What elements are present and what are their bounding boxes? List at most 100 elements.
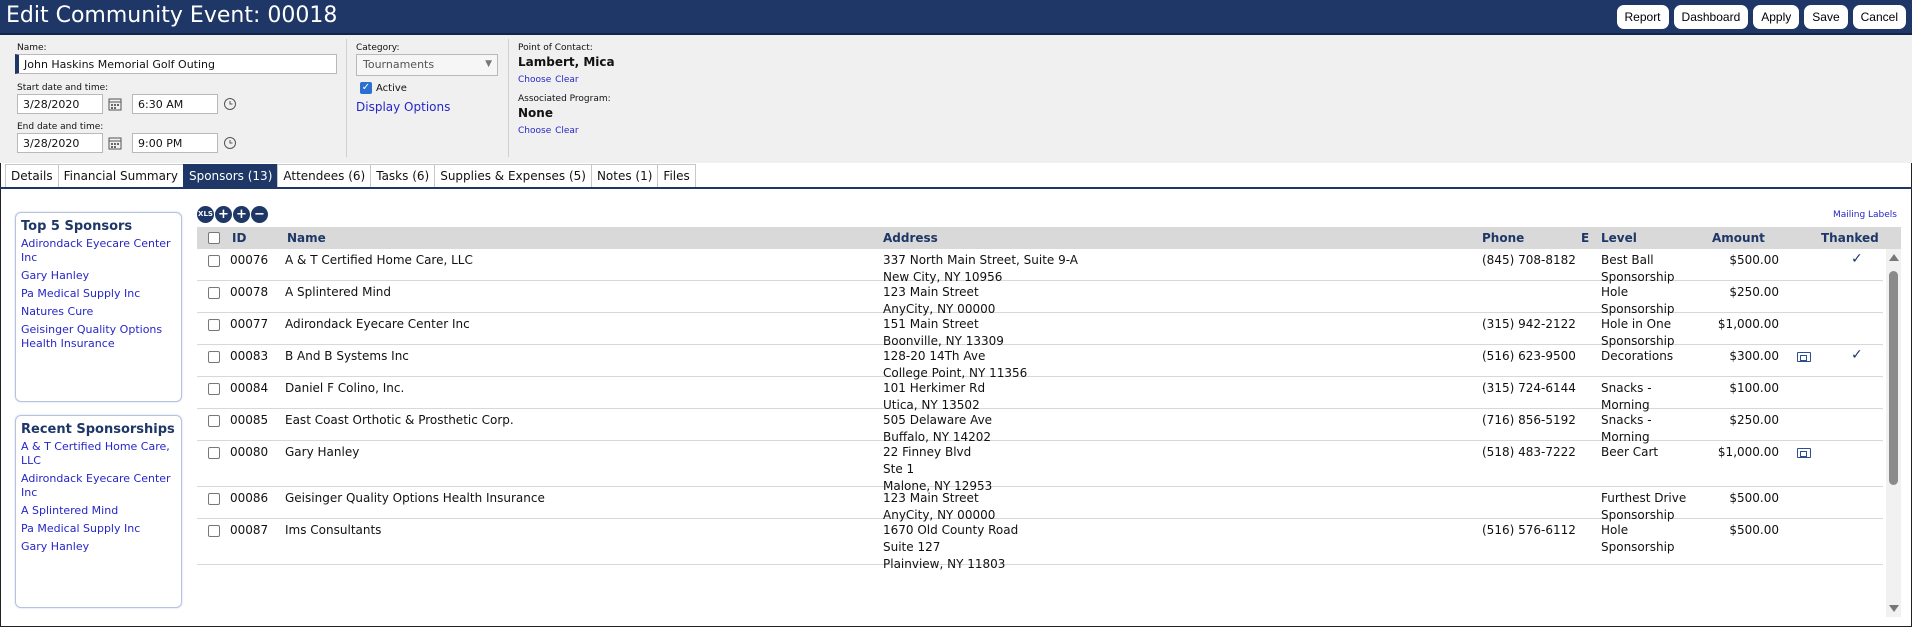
grid-scrollbar[interactable]	[1886, 249, 1901, 617]
tab-files[interactable]: Files	[657, 164, 696, 188]
recent-sponsorship-link[interactable]: A & T Certified Home Care, LLC	[21, 440, 176, 468]
poc-choose-link[interactable]: Choose	[518, 75, 551, 85]
tab-notes[interactable]: Notes (1)	[590, 164, 658, 188]
name-input[interactable]: John Haskins Memorial Golf Outing	[15, 54, 337, 74]
program-clear-link[interactable]: Clear	[555, 126, 579, 136]
cell-address: 1670 Old County Road Suite 127 Plainview, …	[883, 522, 1018, 573]
apply-button[interactable]: Apply	[1753, 5, 1800, 29]
start-date-input[interactable]: 3/28/2020	[17, 94, 103, 114]
recent-sponsorship-link[interactable]: Adirondack Eyecare Center Inc	[21, 472, 176, 500]
mailing-labels-link[interactable]: Mailing Labels	[1833, 210, 1897, 220]
top-sponsor-link[interactable]: Adirondack Eyecare Center Inc	[21, 237, 176, 265]
cell-name[interactable]: East Coast Orthotic & Prosthetic Corp.	[285, 412, 514, 429]
name-label: Name:	[17, 43, 47, 53]
table-row[interactable]: 00080 Gary Hanley 22 Finney Blvd Ste 1 Malon…	[197, 442, 1883, 493]
row-checkbox[interactable]	[208, 493, 220, 505]
event-form: Name: John Haskins Memorial Golf Outing …	[0, 35, 1912, 163]
cell-name[interactable]: Daniel F Colino, Inc.	[285, 380, 404, 397]
row-checkbox[interactable]	[208, 319, 220, 331]
row-checkbox[interactable]	[208, 287, 220, 299]
calendar-icon[interactable]	[108, 136, 122, 150]
category-select[interactable]: Tournaments ▼	[356, 54, 498, 76]
cell-level: Hole Sponsorship	[1601, 284, 1675, 318]
tab-underline	[0, 187, 1912, 189]
scroll-thumb[interactable]	[1889, 271, 1898, 485]
table-row[interactable]: 00084 Daniel F Colino, Inc. 101 Herkimer R…	[197, 378, 1883, 412]
export-xls-button[interactable]: XLS	[197, 206, 214, 223]
col-address[interactable]: Address	[883, 231, 938, 245]
tab-attendees[interactable]: Attendees (6)	[277, 164, 371, 188]
scroll-up-icon[interactable]	[1889, 254, 1899, 261]
end-time-input[interactable]: 9:00 PM	[132, 133, 218, 153]
recent-sponsorship-link[interactable]: Pa Medical Supply Inc	[21, 522, 176, 536]
select-all-checkbox[interactable]	[208, 232, 220, 244]
table-row[interactable]: 00086 Geisinger Quality Options Health In…	[197, 488, 1883, 522]
tab-sponsors[interactable]: Sponsors (13)	[182, 164, 278, 188]
clock-icon[interactable]	[223, 136, 237, 150]
table-row[interactable]: 00077 Adirondack Eyecare Center Inc 151 Ma…	[197, 314, 1883, 348]
display-options-link[interactable]: Display Options	[356, 100, 450, 114]
row-checkbox[interactable]	[208, 255, 220, 267]
clock-icon[interactable]	[223, 97, 237, 111]
save-button[interactable]: Save	[1804, 5, 1848, 29]
row-checkbox[interactable]	[208, 383, 220, 395]
recent-sponsorship-link[interactable]: A Splintered Mind	[21, 504, 176, 518]
thanked-check-icon: ✓	[1851, 251, 1863, 267]
cell-name[interactable]: A Splintered Mind	[285, 284, 391, 301]
report-button[interactable]: Report	[1616, 5, 1669, 29]
col-name[interactable]: Name	[287, 231, 326, 245]
table-row[interactable]: 00078 A Splintered Mind 123 Main Street Any…	[197, 282, 1883, 316]
calendar-icon[interactable]	[108, 97, 122, 111]
poc-clear-link[interactable]: Clear	[555, 75, 579, 85]
row-checkbox[interactable]	[208, 351, 220, 363]
end-date-input[interactable]: 3/28/2020	[17, 133, 103, 153]
col-amount[interactable]: Amount	[1712, 231, 1765, 245]
level-line: Decorations	[1601, 349, 1674, 363]
start-time-input[interactable]: 6:30 AM	[132, 94, 218, 114]
cell-id: 00076	[230, 253, 269, 267]
cell-name[interactable]: Adirondack Eyecare Center Inc	[285, 316, 470, 333]
cell-name[interactable]: B And B Systems Inc	[285, 348, 409, 365]
dashboard-button[interactable]: Dashboard	[1673, 5, 1749, 29]
tab-financial-summary[interactable]: Financial Summary	[57, 164, 183, 188]
recent-sponsorship-link[interactable]: Gary Hanley	[21, 540, 176, 554]
top-sponsor-link[interactable]: Pa Medical Supply Inc	[21, 287, 176, 301]
email-card-icon[interactable]	[1797, 448, 1811, 458]
email-card-icon[interactable]	[1797, 352, 1811, 362]
address-line: 505 Delaware Ave	[883, 413, 993, 427]
col-id[interactable]: ID	[232, 231, 246, 245]
cell-name[interactable]: Geisinger Quality Options Health Insuran…	[285, 490, 545, 507]
top-sponsor-link[interactable]: Gary Hanley	[21, 269, 176, 283]
cell-address: 151 Main Street Boonville, NY 13309	[883, 316, 1004, 350]
top-sponsor-link[interactable]: Geisinger Quality Options Health Insuran…	[21, 323, 176, 351]
col-e[interactable]: E	[1581, 231, 1589, 245]
tab-tasks[interactable]: Tasks (6)	[370, 164, 435, 188]
table-row[interactable]: 00087 Ims Consultants 1670 Old County Road…	[197, 520, 1883, 571]
level-line: Sponsorship	[1601, 540, 1675, 554]
program-choose-link[interactable]: Choose	[518, 126, 551, 136]
active-label: Active	[376, 83, 407, 94]
col-thanked[interactable]: Thanked	[1821, 231, 1879, 245]
cancel-button[interactable]: Cancel	[1852, 5, 1906, 29]
tab-details[interactable]: Details	[5, 164, 58, 188]
cell-amount: $500.00	[1729, 253, 1779, 267]
col-level[interactable]: Level	[1601, 231, 1637, 245]
table-row[interactable]: 00076 A & T Certified Home Care, LLC 337 N…	[197, 250, 1883, 284]
tab-supplies-expenses[interactable]: Supplies & Expenses (5)	[434, 164, 591, 188]
top-sponsor-link[interactable]: Natures Cure	[21, 305, 176, 319]
cell-name[interactable]: A & T Certified Home Care, LLC	[285, 252, 473, 269]
row-checkbox[interactable]	[208, 447, 220, 459]
table-row[interactable]: 00083 B And B Systems Inc 128-20 14Th Ave C…	[197, 346, 1883, 380]
scroll-down-icon[interactable]	[1889, 605, 1899, 612]
remove-sponsor-button[interactable]: −	[251, 206, 268, 223]
add-sponsor-button[interactable]: +	[215, 206, 232, 223]
table-row[interactable]: 00085 East Coast Orthotic & Prosthetic Co…	[197, 410, 1883, 444]
col-phone[interactable]: Phone	[1482, 231, 1524, 245]
active-checkbox[interactable]: ✓	[360, 82, 372, 94]
cell-name[interactable]: Gary Hanley	[285, 444, 359, 461]
row-checkbox[interactable]	[208, 525, 220, 537]
add-multiple-button[interactable]: +	[233, 206, 250, 223]
row-checkbox[interactable]	[208, 415, 220, 427]
cell-name[interactable]: Ims Consultants	[285, 522, 381, 539]
address-line: 128-20 14Th Ave	[883, 349, 986, 363]
